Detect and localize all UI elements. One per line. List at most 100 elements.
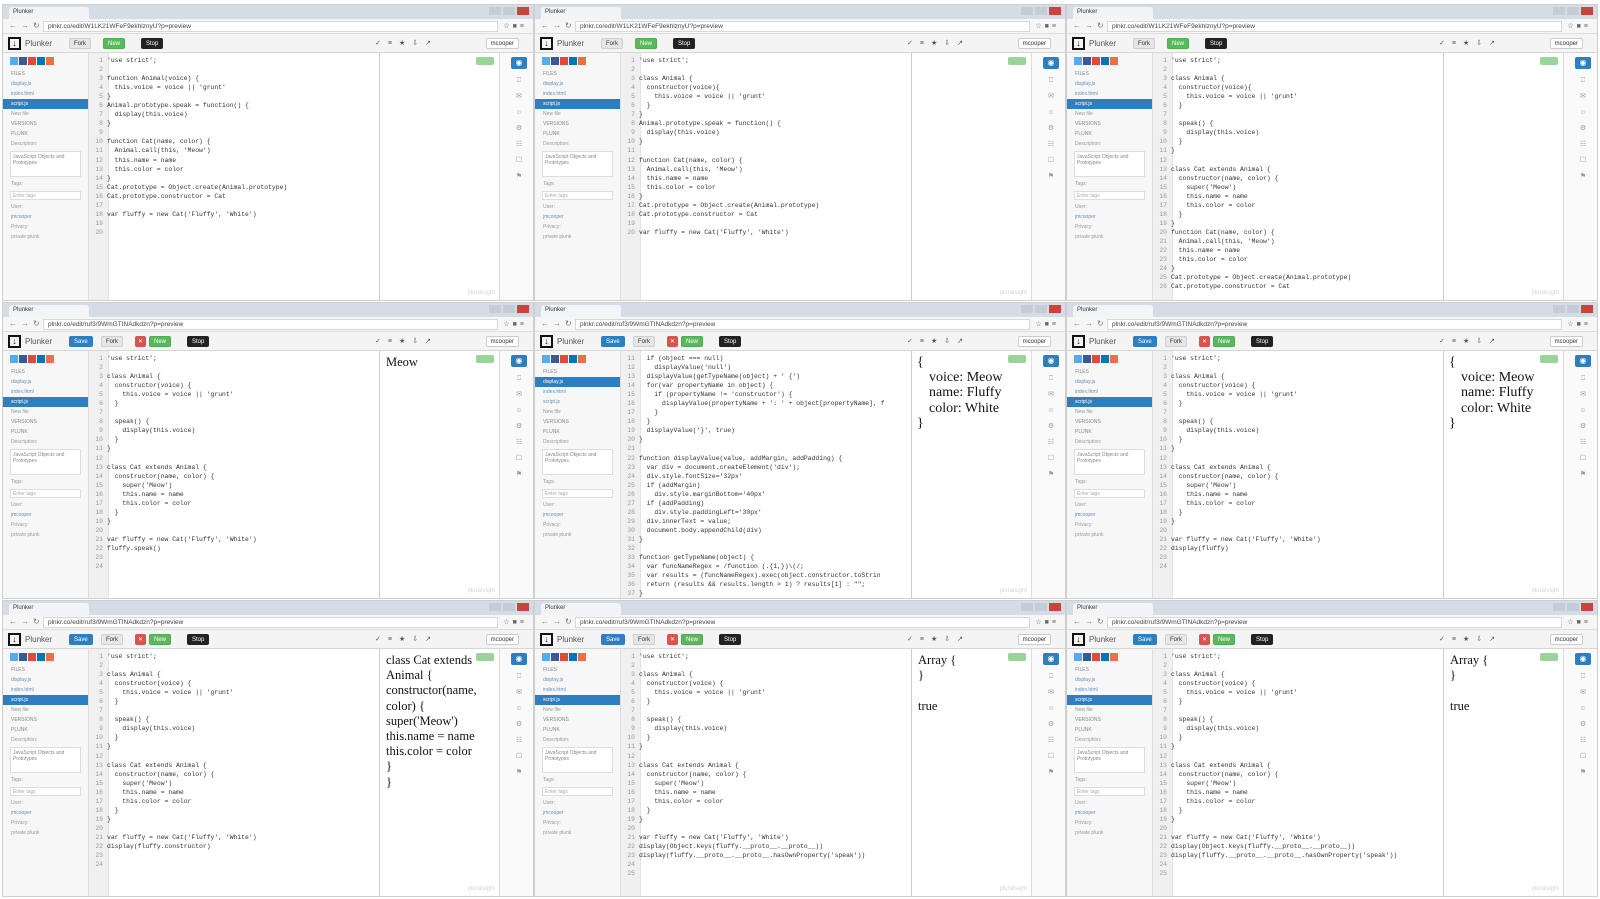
url-input[interactable]: plnkr.co/edit/ruf3/9WmGTINAdkdzn?p=previ… [43,617,498,628]
share-icon[interactable] [46,57,54,65]
privacy-value[interactable]: private plunk [3,530,88,540]
code-editor[interactable]: 1'use strict'; 2 3 class Animal {4 construc… [1153,351,1444,598]
share-icon[interactable] [28,355,36,363]
plunker-logo-icon[interactable]: ↓ [540,37,553,50]
sidebar-file-item[interactable]: display.js [535,675,620,685]
share-icon[interactable] [1092,653,1100,661]
share-icon[interactable] [19,57,27,65]
share-icon[interactable] [542,355,550,363]
minimize-button[interactable] [1021,7,1033,15]
share-icon[interactable] [578,57,586,65]
preview-eye-icon[interactable]: ◉ [511,355,527,367]
share-icon[interactable] [560,57,568,65]
minimize-button[interactable] [1021,305,1033,313]
plunker-logo-icon[interactable]: ↓ [8,335,21,348]
save-button[interactable]: Save [1133,336,1157,347]
user-menu-button[interactable]: mcooper [1549,634,1583,645]
versions-header[interactable]: VERSIONS [1067,417,1152,427]
save-button[interactable]: Save [601,336,625,347]
side-tool-icon[interactable]: ✉ [1578,391,1588,399]
maximize-button[interactable] [503,603,515,611]
maximize-button[interactable] [1567,305,1579,313]
minimize-button[interactable] [489,305,501,313]
plunker-logo-icon[interactable]: ↓ [1072,37,1085,50]
user-link[interactable]: jmcooper [1067,808,1152,818]
side-tool-icon[interactable]: ⎕ [1578,77,1588,85]
tags-input[interactable]: Enter tags [10,787,81,796]
fork-button[interactable]: Fork [101,336,123,347]
delete-button[interactable]: ✕ [135,336,146,347]
sidebar-file-item[interactable]: display.js [3,79,88,89]
share-icon[interactable] [578,653,586,661]
side-tool-icon[interactable]: ✉ [514,93,524,101]
share-icon[interactable] [551,57,559,65]
toolbar-action-icons[interactable]: ✓≡★⇩↗ [1439,337,1502,345]
side-tool-icon[interactable]: ☺ [1578,407,1588,415]
versions-header[interactable]: VERSIONS [535,715,620,725]
browser-tab[interactable]: Plunker [541,7,621,19]
sidebar-file-item[interactable]: script.js [3,695,88,705]
side-tool-icon[interactable]: ☺ [514,705,524,713]
side-tool-icon[interactable]: ⚑ [1578,471,1588,479]
live-preview-toggle[interactable] [1008,653,1026,661]
sidebar-file-item[interactable]: display.js [3,675,88,685]
stop-button[interactable]: Stop [719,634,742,645]
side-tool-icon[interactable]: ⎕ [1578,673,1588,681]
preview-eye-icon[interactable]: ◉ [1575,355,1591,367]
nav-buttons[interactable]: ←→↻ [9,617,44,626]
sidebar-file-item[interactable]: script.js [3,99,88,109]
side-tool-icon[interactable]: ✉ [514,391,524,399]
browser-tab[interactable]: Plunker [541,603,621,615]
new-button[interactable]: New [1167,38,1190,49]
share-icon[interactable] [542,653,550,661]
user-link[interactable]: jmcooper [3,808,88,818]
bookmark-star-icon[interactable]: ☆■≡ [503,618,527,626]
user-menu-button[interactable]: mcooper [485,38,519,49]
user-menu-button[interactable]: mcooper [1017,38,1051,49]
share-icon[interactable] [46,355,54,363]
privacy-value[interactable]: private plunk [1067,828,1152,838]
side-tool-icon[interactable]: ✉ [1578,93,1588,101]
plunker-logo-icon[interactable]: ↓ [1072,335,1085,348]
sidebar-file-item[interactable]: index.html [535,89,620,99]
side-tool-icon[interactable]: ☷ [514,737,524,745]
side-tool-icon[interactable]: ⚑ [1578,769,1588,777]
share-icon[interactable] [551,653,559,661]
side-tool-icon[interactable]: ☐ [1046,157,1056,165]
share-icon[interactable] [19,653,27,661]
sidebar-file-item[interactable]: index.html [535,387,620,397]
close-window-button[interactable] [1049,305,1061,313]
side-tool-icon[interactable]: ✉ [1046,391,1056,399]
fork-button[interactable]: Fork [633,634,655,645]
share-icon[interactable] [1092,355,1100,363]
user-menu-button[interactable]: mcooper [485,336,519,347]
new-button[interactable]: New [1213,336,1236,347]
toolbar-action-icons[interactable]: ✓≡★⇩↗ [375,39,438,47]
maximize-button[interactable] [503,305,515,313]
share-icon[interactable] [1101,653,1109,661]
share-icon[interactable] [37,57,45,65]
user-menu-button[interactable]: mcooper [1017,336,1051,347]
side-tool-icon[interactable]: ☷ [1578,439,1588,447]
new-file-link[interactable]: New file [1067,705,1152,715]
url-input[interactable]: plnkr.co/edit/ruf3/9WmGTINAdkdzn?p=previ… [1107,617,1562,628]
delete-button[interactable]: ✕ [135,634,146,645]
privacy-value[interactable]: private plunk [1067,232,1152,242]
browser-tab[interactable]: Plunker [9,603,89,615]
new-file-link[interactable]: New file [535,109,620,119]
browser-tab[interactable]: Plunker [1073,305,1153,317]
url-input[interactable]: plnkr.co/edit/ruf3/9WmGTINAdkdzn?p=previ… [575,319,1030,330]
live-preview-toggle[interactable] [1008,57,1026,65]
side-tool-icon[interactable]: ✉ [1578,689,1588,697]
side-tool-icon[interactable]: ⎕ [514,375,524,383]
user-link[interactable]: jmcooper [535,510,620,520]
fork-button[interactable]: Fork [101,634,123,645]
share-icon[interactable] [46,653,54,661]
side-tool-icon[interactable]: ⎕ [1578,375,1588,383]
url-input[interactable]: plnkr.co/edit/W1LK21WFeF9ekhlznyU?p=prev… [1107,21,1562,32]
side-tool-icon[interactable]: ☐ [1578,753,1588,761]
share-icon[interactable] [1074,653,1082,661]
close-window-button[interactable] [517,7,529,15]
tags-input[interactable]: Enter tags [10,191,81,200]
plunker-logo-icon[interactable]: ↓ [8,633,21,646]
